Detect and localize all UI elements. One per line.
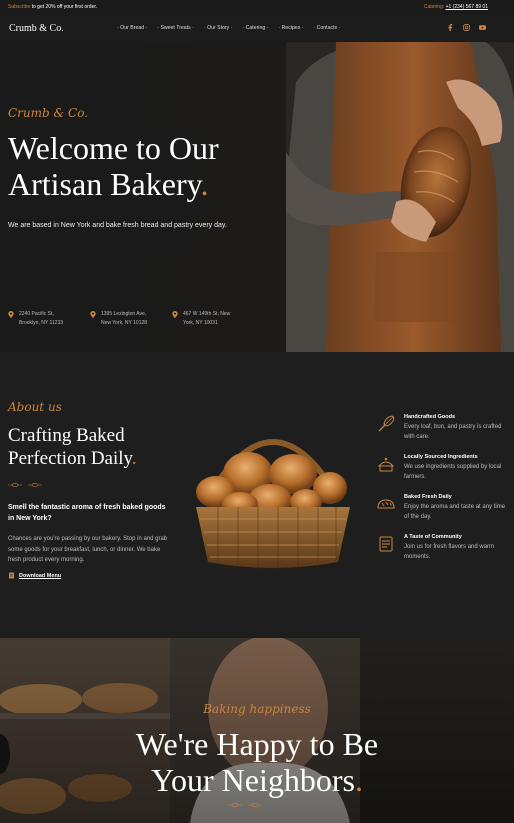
- main-nav: Crumb & Co. · Our Bread · · Sweet Treats…: [0, 14, 514, 42]
- download-menu-label: Download Menu: [19, 572, 62, 579]
- map-pin-icon: [8, 311, 14, 318]
- address-line2: York, NY 10031: [183, 320, 218, 326]
- hero-title: Welcome to Our Artisan Bakery.: [8, 130, 288, 202]
- wheat-ornament-icon: [28, 483, 42, 487]
- nav-menu: · Our Bread · · Sweet Treats · · Our Sto…: [117, 25, 340, 31]
- address-line2: Brooklyn, NY 11233: [19, 320, 64, 326]
- feature-item: Baked Fresh Daily Enjoy the aroma and tas…: [376, 494, 506, 522]
- hero-section: Crumb & Co. Welcome to Our Artisan Baker…: [0, 42, 514, 352]
- map-pin-icon: [90, 311, 96, 318]
- nav-item-our-story[interactable]: · Our Story ·: [204, 25, 233, 31]
- about-title-dot: .: [131, 448, 137, 469]
- bread-icon: [377, 499, 395, 509]
- feature-title: Baked Fresh Daily: [404, 494, 452, 500]
- feature-item: Locally Sourced Ingredients We use ingred…: [376, 454, 506, 482]
- nav-item-catering[interactable]: · Catering ·: [242, 25, 268, 31]
- phone-link[interactable]: +1 (234) 567 89 01: [446, 4, 488, 10]
- location-item[interactable]: 467 W 149th St, New York, NY 10031: [172, 310, 240, 328]
- feature-desc: Every loaf, bun, and pastry is crafted w…: [404, 424, 502, 440]
- about-script-label: About us: [8, 400, 62, 414]
- neighbors-title-dot: .: [354, 762, 363, 798]
- instagram-icon[interactable]: [463, 24, 470, 31]
- about-body: Chances are you're passing by our bakery…: [8, 536, 168, 563]
- address-line1: 467 W 149th St, New: [183, 311, 231, 317]
- feature-item: Handcrafted Goods Every loaf, bun, and pa…: [376, 414, 506, 442]
- document-icon: [9, 572, 14, 579]
- whisk-icon: [378, 415, 395, 432]
- subscribe-link[interactable]: Subscribe: [8, 4, 30, 10]
- feature-title: A Taste of Community: [404, 534, 462, 540]
- map-pin-icon: [172, 311, 178, 318]
- community-icon: [379, 536, 393, 552]
- hero-lead: We are based in New York and bake fresh …: [8, 222, 227, 229]
- neighbors-script-label: Baking happiness: [203, 702, 311, 716]
- locations-list: 2240 Pacific St, Brooklyn, NY 11233 1395 …: [8, 310, 240, 328]
- ingredients-icon: [377, 457, 395, 472]
- address-line2: New York, NY 10128: [101, 320, 148, 326]
- feature-desc: Join us for fresh flavors and warm momen…: [404, 544, 495, 560]
- neighbors-title-line2: Your Neighbors: [151, 762, 355, 798]
- neighbors-title-line1: We're Happy to Be: [135, 726, 379, 762]
- about-title-line1: Crafting Baked: [8, 425, 125, 446]
- baker-with-bread-image: [286, 42, 514, 352]
- social-links: [447, 24, 486, 31]
- address-line1: 2240 Pacific St,: [19, 311, 54, 317]
- bread-basket-image: [196, 439, 350, 571]
- about-subheading: Smell the fantastic aroma of fresh baked…: [8, 504, 166, 522]
- download-menu-link[interactable]: Download Menu: [8, 572, 61, 579]
- youtube-icon[interactable]: [479, 24, 486, 31]
- site-logo[interactable]: Crumb & Co.: [9, 23, 117, 34]
- hero-title-line1: Welcome to Our: [8, 130, 219, 166]
- feature-title: Locally Sourced Ingredients: [404, 454, 478, 460]
- catering-contact: Catering: +1 (234) 567 89 01: [424, 4, 488, 10]
- promo-text: Subscribe to get 20% off your first orde…: [8, 4, 97, 10]
- feature-title: Handcrafted Goods: [404, 414, 456, 420]
- nav-item-recipes[interactable]: · Recipes ·: [278, 25, 303, 31]
- feature-item: A Taste of Community Join us for fresh fl…: [376, 534, 506, 562]
- facebook-icon[interactable]: [447, 24, 454, 31]
- about-title: Crafting Baked Perfection Daily.: [8, 424, 178, 470]
- location-item[interactable]: 1395 Lexington Ave, New York, NY 10128: [90, 310, 158, 328]
- neighbors-title: We're Happy to Be Your Neighbors.: [0, 726, 514, 798]
- hero-title-line2: Artisan Bakery: [8, 166, 201, 202]
- about-section: About us Crafting Baked Perfection Daily…: [0, 352, 514, 638]
- catering-label: Catering:: [423, 4, 445, 10]
- ornament-divider: [228, 802, 262, 808]
- promo-rest: to get 20% off your first order.: [30, 4, 98, 10]
- feature-desc: We use ingredients supplied by local far…: [404, 464, 502, 480]
- wheat-ornament-icon: [228, 803, 242, 807]
- feature-desc: Enjoy the aroma and taste at any time of…: [404, 504, 506, 520]
- wheat-ornament-icon: [8, 483, 22, 487]
- features-list: Handcrafted Goods Every loaf, bun, and pa…: [376, 414, 506, 574]
- address-line1: 1395 Lexington Ave,: [101, 311, 147, 317]
- hero-title-dot: .: [200, 166, 209, 202]
- hero-script-tagline: Crumb & Co.: [8, 106, 89, 120]
- location-item[interactable]: 2240 Pacific St, Brooklyn, NY 11233: [8, 310, 76, 328]
- nav-item-contacts[interactable]: · Contacts ·: [314, 25, 341, 31]
- about-title-line2: Perfection Daily: [8, 448, 132, 469]
- wheat-ornament-icon: [248, 803, 262, 807]
- neighbors-section: Baking happiness We're Happy to Be Your …: [0, 638, 514, 823]
- promo-bar: Subscribe to get 20% off your first orde…: [0, 0, 514, 14]
- nav-item-sweet-treats[interactable]: · Sweet Treats ·: [157, 25, 194, 31]
- ornament-divider: [8, 482, 42, 488]
- nav-item-our-bread[interactable]: · Our Bread ·: [117, 25, 147, 31]
